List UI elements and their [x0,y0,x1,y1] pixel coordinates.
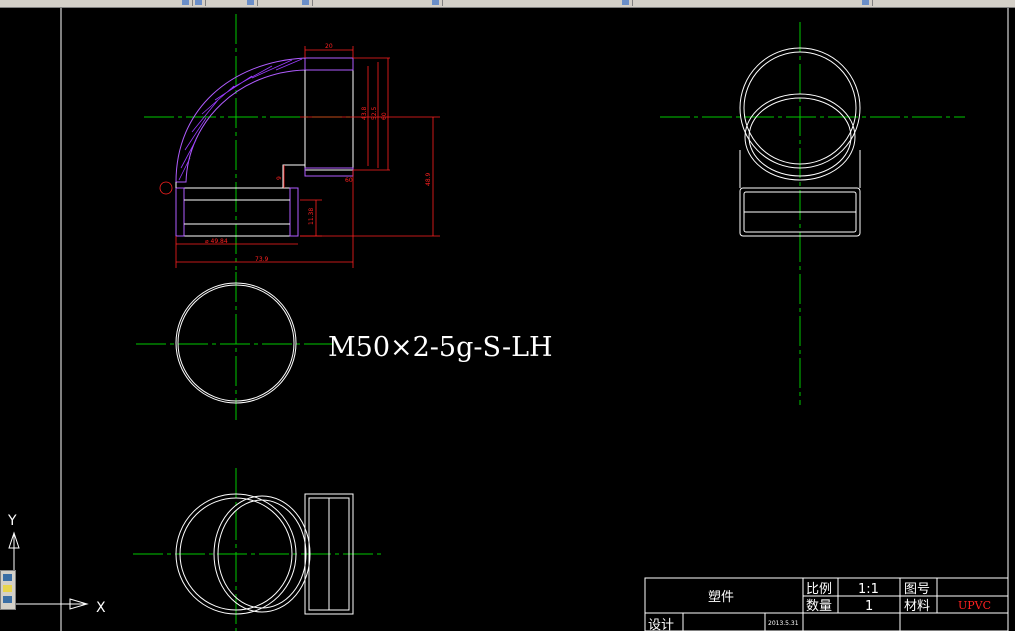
top-view [133,468,385,631]
scale-value: 1:1 [858,582,879,597]
ucs-y-label: Y [7,513,17,529]
properties-icon[interactable] [193,0,206,6]
upper-socket [304,57,354,171]
ucs-x-label: X [96,600,106,616]
dim-11-38: 11.38 [308,208,315,225]
thread-note: M50×2-5g-S-LH [328,332,553,363]
material-value: UPVC [958,599,991,612]
qty-label: 数量 [806,599,832,614]
scale-label: 比例 [806,582,832,597]
qty-value: 1 [865,599,873,614]
drawing-canvas[interactable]: 20 60 43.8 52.5 60 48.9 9 11.38 ⌀ 49.84 … [0,8,1015,631]
design-date: 2013.5.31 [768,620,799,627]
zoom-icon[interactable] [300,0,313,6]
elbow-wall-hatch [175,57,306,183]
side-panel-tab[interactable] [0,570,16,610]
part-name: 塑件 [708,590,734,605]
pan-icon[interactable] [430,0,443,6]
toolbar [0,0,1015,8]
dim-49-84: ⌀ 49.84 [205,238,228,245]
socket-wall-hatch [304,57,354,71]
socket-wall-hatch [289,187,299,237]
lower-socket [175,187,299,237]
palette-icon [3,585,12,592]
dim-9: 9 [276,176,283,180]
material-label: 材料 [904,599,930,614]
thread-end-view: M50×2-5g-S-LH [136,272,553,420]
drawing-no-label: 图号 [904,582,930,597]
side-view [660,22,965,405]
print-icon[interactable] [620,0,633,6]
front-view: 20 60 43.8 52.5 60 48.9 9 11.38 ⌀ 49.84 … [144,14,440,270]
ucs-icon: Y X [7,513,106,616]
dim-73-9: 73.9 [255,256,269,263]
palette-icon [3,596,12,603]
socket-wall-hatch [175,187,185,237]
help-icon[interactable] [860,0,873,6]
dim-52-5: 52.5 [371,106,378,120]
dim-60: 60 [345,177,353,184]
socket-wall-hatch [304,167,354,177]
palette-icon [3,574,12,581]
dim-48-9: 48.9 [425,172,432,186]
layer-icon[interactable] [180,0,193,6]
dim-60-v: 60 [381,112,388,120]
match-icon[interactable] [245,0,258,6]
dim-43-8: 43.8 [361,106,368,120]
design-label: 设计 [648,618,674,631]
dim-20: 20 [325,43,333,50]
hatch-lines [178,58,303,181]
